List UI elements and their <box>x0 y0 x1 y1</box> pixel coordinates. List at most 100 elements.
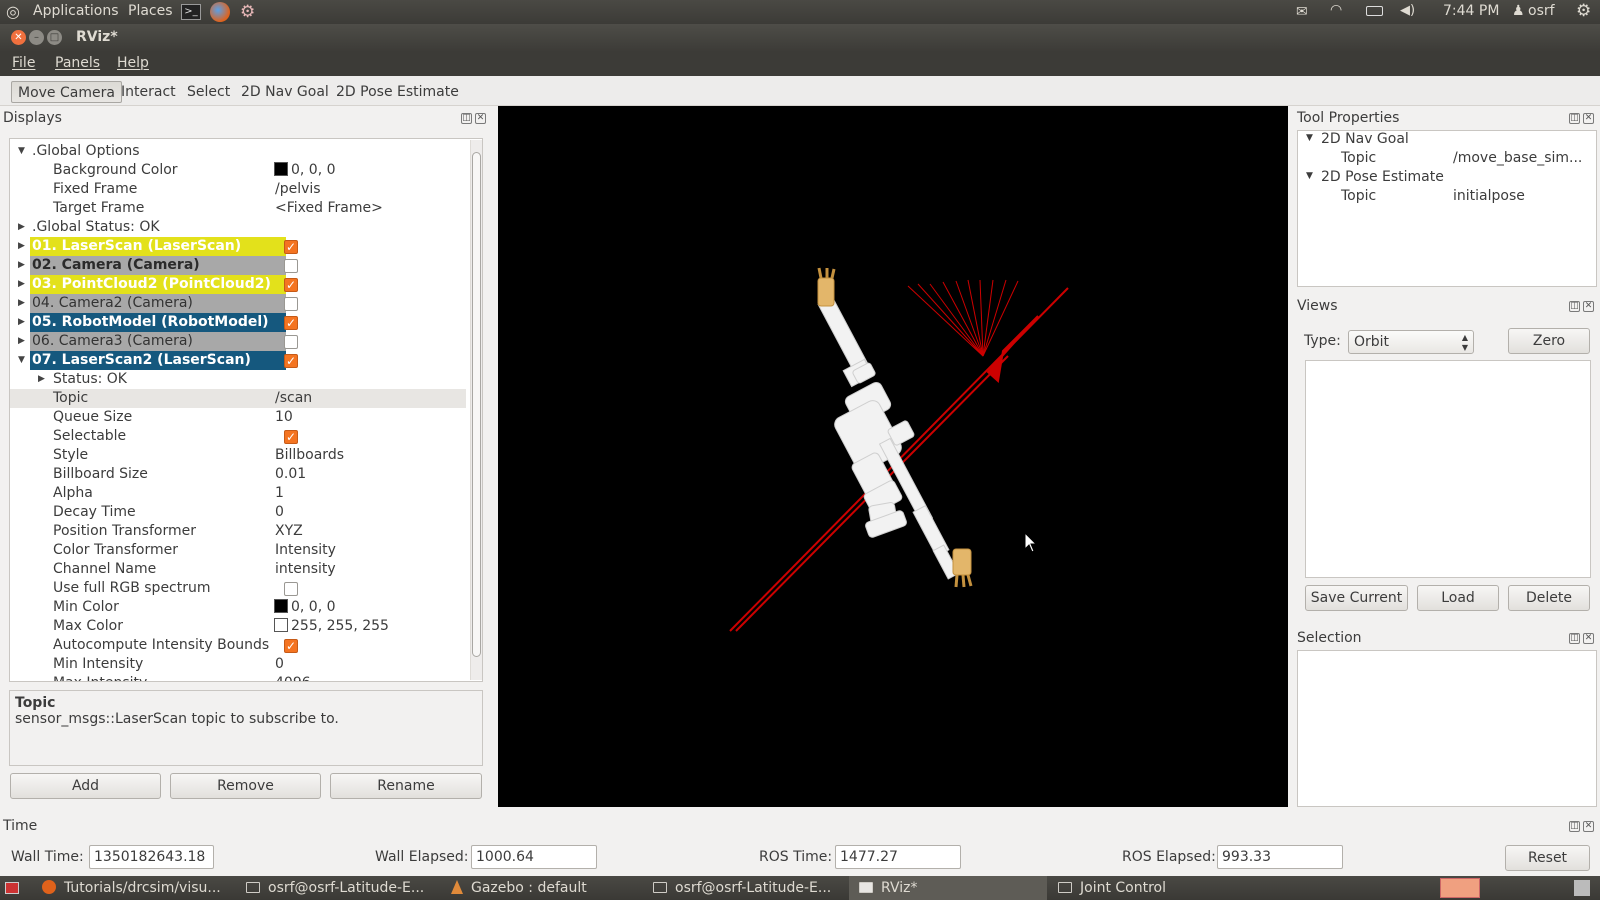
selectable-checkbox[interactable] <box>284 428 298 447</box>
laserscan-enabled-checkbox[interactable] <box>284 238 298 257</box>
camera3-enabled-checkbox[interactable] <box>284 335 298 349</box>
trash-icon[interactable] <box>1574 880 1590 896</box>
tree-row-value[interactable]: 10 <box>275 408 293 427</box>
tree-row-topic[interactable]: Topic /scan <box>10 389 466 408</box>
taskbar-item-rviz[interactable]: RViz* <box>849 876 1047 900</box>
tree-row-value[interactable]: Intensity <box>275 541 336 560</box>
tree-row-max-intensity[interactable]: Max Intensity 4096 <box>10 674 466 681</box>
maximize-window-icon[interactable]: □ <box>47 30 62 45</box>
tree-row-camera[interactable]: ▶ 02. Camera (Camera) <box>10 256 466 275</box>
tree-row-value[interactable]: XYZ <box>275 522 303 541</box>
expanded-arrow-icon[interactable]: ▼ <box>1306 171 1313 181</box>
collapsed-arrow-icon[interactable]: ▶ <box>18 218 25 237</box>
tree-row-value[interactable]: 1 <box>275 484 284 503</box>
tree-row-value[interactable]: /scan <box>275 389 312 408</box>
rename-display-button[interactable]: Rename <box>330 773 482 799</box>
tree-row-laserscan2[interactable]: ▼ 07. LaserScan2 (LaserScan) <box>10 351 466 371</box>
expanded-arrow-icon[interactable]: ▼ <box>18 142 25 161</box>
views-zero-button[interactable]: Zero <box>1508 328 1590 354</box>
autocompute-checkbox[interactable] <box>284 637 298 656</box>
time-reset-button[interactable]: Reset <box>1505 845 1590 871</box>
taskbar-item-joint-control[interactable]: Joint Control <box>1048 876 1248 900</box>
tree-row-value[interactable]: Billboards <box>275 446 344 465</box>
close-panel-icon[interactable]: ✕ <box>1583 113 1594 124</box>
views-load-button[interactable]: Load <box>1417 585 1499 611</box>
taskbar-item-gazebo[interactable]: Gazebo : default <box>437 876 642 900</box>
taskbar-item-terminal-1[interactable]: osrf@osrf-Latitude-E... <box>236 876 436 900</box>
tool-pose-topic-value[interactable]: initialpose <box>1453 188 1525 204</box>
tree-row-color-transformer[interactable]: Color Transformer Intensity <box>10 541 466 560</box>
float-panel-icon[interactable]: ◫ <box>1569 301 1580 312</box>
collapsed-arrow-icon[interactable]: ▶ <box>18 237 25 256</box>
tool-pose-estimate[interactable]: 2D Pose Estimate <box>1321 169 1444 185</box>
views-list[interactable] <box>1305 360 1591 578</box>
tree-row-global-status[interactable]: ▶ .Global Status: OK <box>10 218 466 237</box>
workspace-switcher[interactable] <box>1440 878 1480 898</box>
tree-row-robotmodel[interactable]: ▶ 05. RobotModel (RobotModel) <box>10 313 466 333</box>
views-save-current-button[interactable]: Save Current <box>1305 585 1408 611</box>
tree-row-value[interactable]: 0.01 <box>275 465 306 484</box>
close-panel-icon[interactable]: ✕ <box>1583 821 1594 832</box>
render-viewport[interactable] <box>498 106 1288 807</box>
camera-enabled-checkbox[interactable] <box>284 259 298 273</box>
tree-row-position-transformer[interactable]: Position Transformer XYZ <box>10 522 466 541</box>
views-delete-button[interactable]: Delete <box>1508 585 1590 611</box>
tree-row-value[interactable]: 4096 <box>275 674 311 681</box>
use-full-rgb-checkbox[interactable] <box>284 582 298 596</box>
collapsed-arrow-icon[interactable]: ▶ <box>18 313 25 332</box>
tree-row-value[interactable]: 0 <box>275 503 284 522</box>
terminal-launcher-icon[interactable]: >_ <box>181 4 201 20</box>
applications-menu[interactable]: Applications <box>33 3 119 19</box>
volume-icon[interactable]: ◀) <box>1400 3 1415 18</box>
tree-row-use-full-rgb[interactable]: Use full RGB spectrum <box>10 579 466 598</box>
tree-row-autocompute[interactable]: Autocompute Intensity Bounds <box>10 636 466 656</box>
tree-row-fixed-frame[interactable]: Fixed Frame /pelvis <box>10 180 466 199</box>
wall-time-field[interactable]: 1350182643.18 <box>89 845 214 869</box>
firefox-launcher-icon[interactable] <box>210 2 230 22</box>
collapsed-arrow-icon[interactable]: ▶ <box>18 332 25 351</box>
robotmodel-enabled-checkbox[interactable] <box>284 314 298 333</box>
wifi-icon[interactable]: ◠ <box>1330 2 1342 18</box>
session-gear-icon[interactable]: ⚙ <box>1576 1 1591 21</box>
scrollbar-thumb[interactable] <box>472 152 481 657</box>
ros-time-field[interactable]: 1477.27 <box>835 845 961 869</box>
tree-row-min-color[interactable]: Min Color 0, 0, 0 <box>10 598 466 617</box>
tree-row-min-intensity[interactable]: Min Intensity 0 <box>10 655 466 674</box>
tree-row-channel-name[interactable]: Channel Name intensity <box>10 560 466 579</box>
tree-row-style[interactable]: Style Billboards <box>10 446 466 465</box>
tree-row-decay-time[interactable]: Decay Time 0 <box>10 503 466 522</box>
collapsed-arrow-icon[interactable]: ▶ <box>18 294 25 313</box>
tree-row-value[interactable]: 0 <box>275 655 284 674</box>
mail-icon[interactable]: ✉ <box>1296 4 1308 20</box>
menu-file[interactable]: File <box>12 55 35 71</box>
tool-nav-topic-value[interactable]: /move_base_sim... <box>1453 150 1582 166</box>
tree-row-value[interactable]: 0, 0, 0 <box>291 599 336 615</box>
float-panel-icon[interactable]: ◫ <box>1569 821 1580 832</box>
places-menu[interactable]: Places <box>128 3 173 19</box>
tree-row-max-color[interactable]: Max Color 255, 255, 255 <box>10 617 466 636</box>
tree-row-target-frame[interactable]: Target Frame <Fixed Frame> <box>10 199 466 218</box>
selection-tree[interactable] <box>1297 650 1597 807</box>
user-name[interactable]: osrf <box>1528 3 1555 19</box>
pose-estimate-tool[interactable]: 2D Pose Estimate <box>330 81 465 103</box>
collapsed-arrow-icon[interactable]: ▶ <box>18 275 25 294</box>
displays-scrollbar[interactable] <box>470 140 482 680</box>
tree-row-selectable[interactable]: Selectable <box>10 427 466 447</box>
close-panel-icon[interactable]: ✕ <box>1583 633 1594 644</box>
ros-elapsed-field[interactable]: 993.33 <box>1217 845 1343 869</box>
tree-row-value[interactable]: <Fixed Frame> <box>275 199 383 218</box>
collapsed-arrow-icon[interactable]: ▶ <box>38 370 45 389</box>
taskbar-item-terminal-2[interactable]: osrf@osrf-Latitude-E... <box>643 876 848 900</box>
displays-tree[interactable]: ▼ .Global Options Background Color 0, 0,… <box>9 138 483 682</box>
menu-help[interactable]: Help <box>117 55 149 71</box>
select-tool[interactable]: Select <box>181 81 236 103</box>
tree-row-billboard-size[interactable]: Billboard Size 0.01 <box>10 465 466 484</box>
laserscan2-enabled-checkbox[interactable] <box>284 352 298 371</box>
tree-row-laserscan[interactable]: ▶ 01. LaserScan (LaserScan) <box>10 237 466 257</box>
tree-row-background-color[interactable]: Background Color 0, 0, 0 <box>10 161 466 180</box>
tree-row-alpha[interactable]: Alpha 1 <box>10 484 466 503</box>
close-window-icon[interactable]: ✕ <box>11 30 26 45</box>
ubuntu-logo-icon[interactable]: ◎ <box>6 2 20 21</box>
expanded-arrow-icon[interactable]: ▼ <box>18 351 25 370</box>
clock[interactable]: 7:44 PM <box>1443 3 1499 19</box>
